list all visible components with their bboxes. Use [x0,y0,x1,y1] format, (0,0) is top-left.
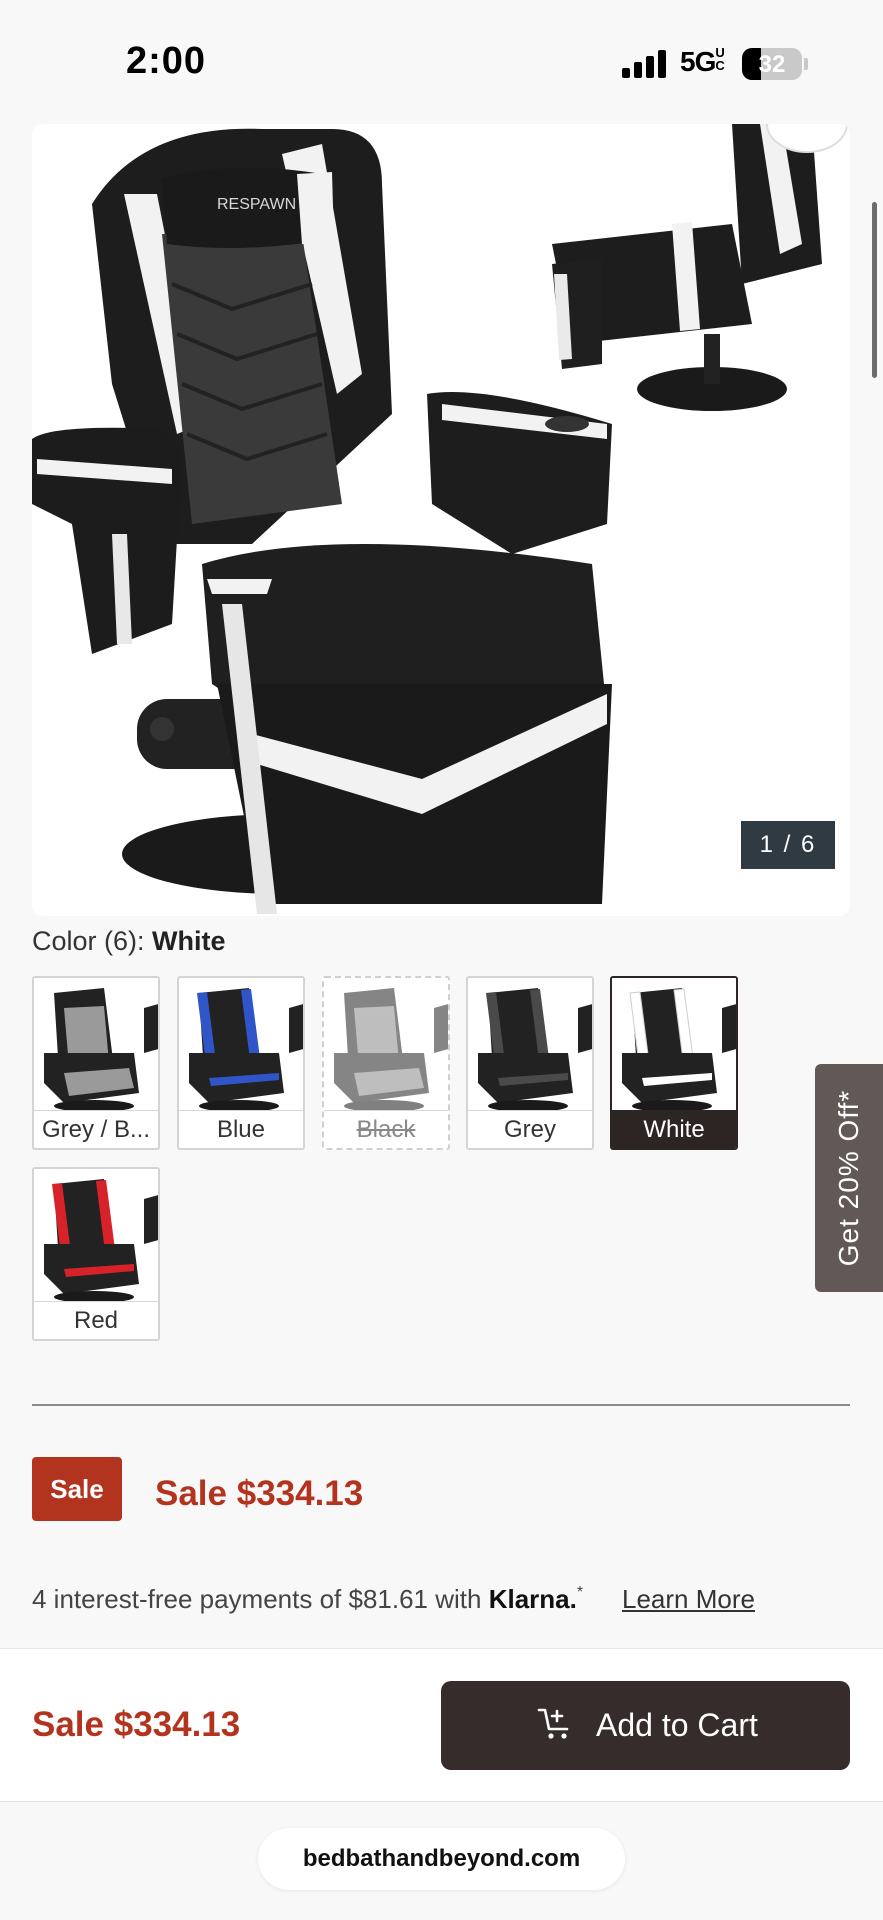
status-time: 2:00 [126,40,207,82]
promo-side-tab[interactable]: Get 20% Off* [815,1064,883,1292]
cart-plus-icon [537,1708,569,1739]
swatch-label: Grey [468,1110,592,1148]
add-to-cart-label: Add to Cart [596,1707,758,1743]
battery-icon: 32 [742,48,802,80]
swatch-label: Blue [179,1110,303,1148]
product-page: 2:00 5GUC 32 RESPAWN 1 / 6 Color (6): Wh… [0,0,883,1920]
color-swatch-red[interactable]: Red [32,1167,160,1341]
promo-tab-label: Get 20% Off* [833,1089,864,1267]
swatch-chair-thumbnail [324,978,448,1114]
color-selected-value: White [152,926,226,956]
scrollbar[interactable] [872,202,877,378]
status-bar: 2:00 5GUC 32 [0,0,883,120]
color-swatch-grey-black[interactable]: Grey / B... [32,976,160,1150]
section-divider [32,1404,850,1406]
klarna-payments: 4 interest-free payments of $81.61 with … [32,1584,583,1615]
bottom-sale-price: Sale $334.13 [32,1705,241,1744]
learn-more-link[interactable]: Learn More [622,1584,755,1615]
klarna-logo: Klarna. [488,1584,577,1614]
product-image-gallery[interactable]: RESPAWN [32,124,850,916]
swatch-chair-thumbnail [612,978,736,1114]
swatch-label: White [612,1110,736,1148]
swatch-chair-thumbnail [34,1169,158,1305]
browser-url-bar[interactable]: bedbathandbeyond.com [258,1828,625,1890]
swatch-chair-thumbnail [468,978,592,1114]
battery-nub [804,58,808,70]
battery-level: 32 [758,51,786,78]
gaming-chair-image: RESPAWN [32,124,848,914]
add-to-cart-button[interactable]: Add to Cart [441,1681,850,1770]
swatch-label: Red [34,1301,158,1339]
network-superscript: UC [715,45,724,73]
color-swatch-black[interactable]: Black [322,976,450,1150]
color-label-prefix: Color (6): [32,926,145,956]
sale-badge: Sale [32,1457,122,1521]
swatch-label: Black [324,1110,448,1148]
signal-icon [622,48,668,78]
color-swatch-blue[interactable]: Blue [177,976,305,1150]
swatch-chair-thumbnail [179,978,303,1114]
color-label: Color (6): White [32,926,226,957]
sale-price: Sale $334.13 [155,1474,364,1513]
swatch-label: Grey / B... [34,1110,158,1148]
chair-brand-text: RESPAWN [217,196,296,213]
color-swatch-grey[interactable]: Grey [466,976,594,1150]
swatch-chair-thumbnail [34,978,158,1114]
color-swatch-white[interactable]: White [610,976,738,1150]
network-indicator: 5GUC [680,46,731,78]
klarna-text: 4 interest-free payments of $81.61 with [32,1584,482,1614]
sticky-cart-bar: Sale $334.13 Add to Cart [0,1648,883,1802]
image-counter: 1 / 6 [741,821,835,869]
network-label: 5G [680,46,716,77]
klarna-asterisk: * [576,1584,584,1601]
